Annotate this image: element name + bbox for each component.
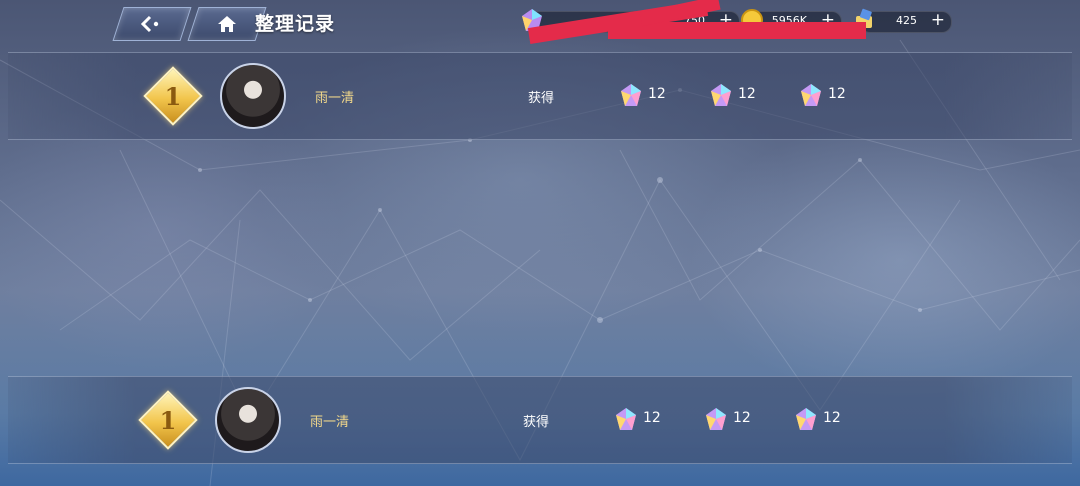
character-name: 雨一清 xyxy=(315,91,355,106)
ticket-count: 425 xyxy=(896,14,917,27)
back-arrow-icon xyxy=(119,8,185,40)
character-name: 雨一清 xyxy=(310,415,350,430)
rank-badge: 1 xyxy=(138,390,198,450)
reward-count: 12 xyxy=(648,86,666,102)
reward-count: 12 xyxy=(828,86,846,102)
reward-count: 12 xyxy=(738,86,756,102)
home-icon xyxy=(194,8,260,40)
back-button[interactable] xyxy=(112,7,192,41)
rainbow-gem-icon xyxy=(796,408,816,430)
rainbow-gem-icon xyxy=(616,408,636,430)
rainbow-gem-icon xyxy=(801,84,821,106)
rank-number: 1 xyxy=(164,81,182,111)
record-row: 1 雨一清 获得 12 12 12 xyxy=(8,52,1072,140)
avatar[interactable] xyxy=(220,63,286,129)
rainbow-gem-icon xyxy=(621,84,641,106)
reward-count: 12 xyxy=(823,410,841,426)
record-row: 1 雨一清 获得 12 12 12 xyxy=(8,376,1072,464)
rainbow-gem-icon xyxy=(706,408,726,430)
page-title: 整理记录 xyxy=(255,13,336,35)
rank-badge: 1 xyxy=(143,66,203,126)
add-ticket-button[interactable]: + xyxy=(931,10,945,30)
reward-count: 12 xyxy=(643,410,661,426)
ticket-resource: 425 + xyxy=(856,8,952,33)
reward-count: 12 xyxy=(733,410,751,426)
top-bar: 整理记录 750 + 5956K + 425 + xyxy=(0,0,1080,44)
gain-label: 获得 xyxy=(528,91,555,106)
gain-label: 获得 xyxy=(523,415,550,430)
avatar[interactable] xyxy=(215,387,281,453)
rank-number: 1 xyxy=(159,405,177,435)
rainbow-gem-icon xyxy=(711,84,731,106)
